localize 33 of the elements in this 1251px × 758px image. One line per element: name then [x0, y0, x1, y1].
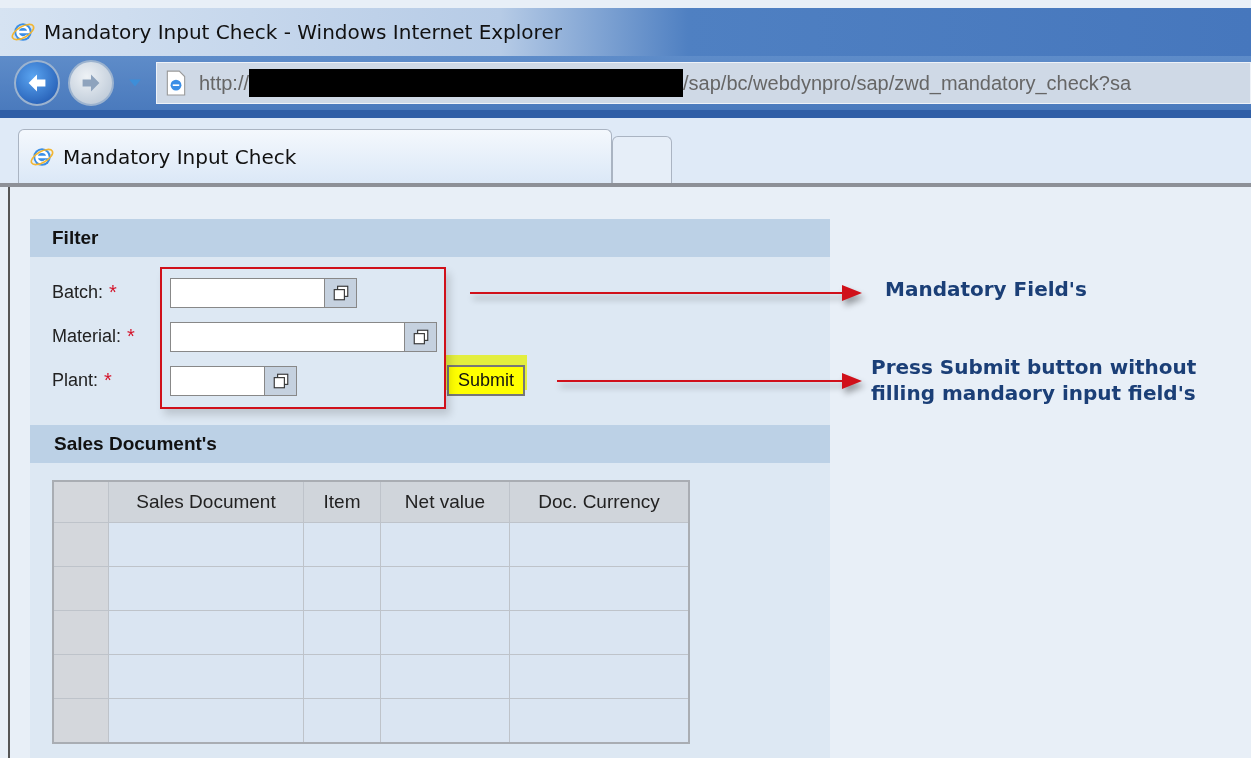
input-field[interactable] — [170, 277, 357, 308]
required-mark: * — [109, 281, 117, 304]
copy-icon — [271, 371, 290, 390]
browser-tab[interactable]: Mandatory Input Check — [18, 129, 612, 183]
required-mark: * — [127, 325, 135, 348]
back-button[interactable] — [14, 60, 60, 106]
field-label: Material: — [52, 326, 122, 347]
url-text: /sap/bc/webdynpro/sap/zwd_mandatory_check?sa — [683, 71, 1132, 95]
section-header: Filter — [30, 219, 830, 257]
value-help-button[interactable] — [324, 278, 356, 307]
value-help-button[interactable] — [264, 366, 296, 395]
input-field[interactable] — [170, 321, 437, 352]
required-mark: * — [104, 369, 112, 392]
annotation-text: Mandatory Field's — [885, 276, 1087, 302]
select-all-cell[interactable] — [53, 481, 109, 523]
new-tab-button[interactable] — [612, 136, 672, 183]
field-label: Batch: — [52, 282, 104, 303]
column-header[interactable]: Net value — [380, 481, 510, 523]
copy-icon — [411, 327, 430, 346]
column-header[interactable]: Item — [303, 481, 381, 523]
value-help-button[interactable] — [404, 322, 436, 351]
forward-button[interactable] — [68, 60, 114, 106]
url-text: http:// — [199, 71, 250, 95]
window-title: Mandatory Input Check - Windows Internet Explorer — [44, 20, 562, 44]
section-header: Sales Document's — [30, 425, 830, 463]
column-header[interactable]: Doc. Currency — [509, 481, 689, 523]
address-field[interactable]: http:// /sap/bc/webdynpro/sap/zwd_mandatory_check?sa — [156, 62, 1251, 104]
input-field[interactable] — [170, 365, 297, 396]
column-header[interactable]: Sales Document — [108, 481, 304, 523]
copy-icon — [331, 283, 350, 302]
page-icon — [165, 70, 187, 96]
field-label: Plant: — [52, 370, 99, 391]
annotation-text: Press Submit button without filling mandaory input field's — [871, 354, 1197, 406]
